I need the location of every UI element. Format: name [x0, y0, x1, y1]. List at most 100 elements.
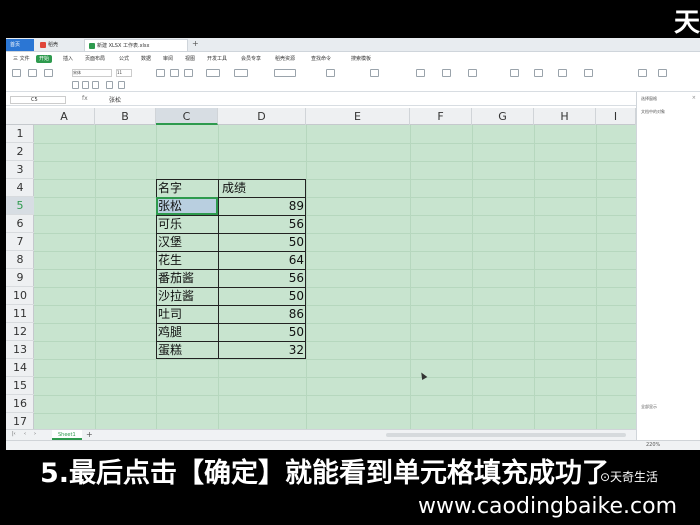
row-header-2[interactable]: 2 — [6, 143, 34, 161]
format-icon[interactable] — [510, 69, 519, 77]
column-header-h[interactable]: H — [534, 108, 596, 125]
align-left-icon[interactable] — [156, 69, 165, 77]
row-header-9[interactable]: 9 — [6, 269, 34, 287]
menu-item-4[interactable]: 公式 — [116, 55, 132, 63]
align-center-icon[interactable] — [170, 69, 179, 77]
row-header-15[interactable]: 15 — [6, 377, 34, 395]
table-header-name[interactable]: 名字 — [156, 179, 218, 197]
table-cell-name[interactable]: 张松 — [156, 197, 218, 215]
menu-item-0[interactable]: 三 文件 — [10, 55, 33, 63]
filter-icon[interactable] — [442, 69, 451, 77]
row-header-5[interactable]: 5 — [6, 197, 34, 215]
row-header-14[interactable]: 14 — [6, 359, 34, 377]
rows-columns-icon[interactable] — [558, 69, 567, 77]
row-header-16[interactable]: 16 — [6, 395, 34, 413]
row-header-7[interactable]: 7 — [6, 233, 34, 251]
column-header-a[interactable]: A — [34, 108, 95, 125]
conditional-format-icon[interactable] — [326, 69, 335, 77]
tab-docer[interactable]: 稻壳 — [36, 39, 82, 51]
formula-input[interactable]: 张松 — [109, 95, 121, 104]
row-header-1[interactable]: 1 — [6, 125, 34, 143]
table-cell-name[interactable]: 吐司 — [156, 305, 218, 323]
merge-cells-icon[interactable] — [206, 69, 220, 77]
tab-file[interactable]: 新建 XLSX 工作表.xlsx — [84, 39, 188, 51]
worksheet-icon[interactable] — [584, 69, 593, 77]
italic-icon[interactable] — [82, 81, 89, 89]
horizontal-scrollbar[interactable] — [386, 433, 626, 437]
menu-item-11[interactable]: 查找命令 — [308, 55, 334, 63]
menu-item-9[interactable]: 会员专享 — [238, 55, 264, 63]
font-size-select[interactable]: 11 — [116, 69, 132, 77]
row-header-3[interactable]: 3 — [6, 161, 34, 179]
menu-item-2[interactable]: 插入 — [60, 55, 76, 63]
row-header-13[interactable]: 13 — [6, 341, 34, 359]
row-header-10[interactable]: 10 — [6, 287, 34, 305]
format-painter-icon[interactable] — [44, 69, 53, 77]
column-header-e[interactable]: E — [306, 108, 410, 125]
tab-home[interactable]: 首页 — [6, 39, 34, 51]
table-cell-name[interactable]: 汉堡 — [156, 233, 218, 251]
close-icon[interactable]: × — [692, 95, 696, 101]
sum-icon[interactable] — [416, 69, 425, 77]
font-name-select[interactable]: 宋体 — [72, 69, 112, 77]
table-cell-name[interactable]: 鸡腿 — [156, 323, 218, 341]
table-cell-score[interactable]: 32 — [218, 341, 306, 359]
row-header-12[interactable]: 12 — [6, 323, 34, 341]
row-header-4[interactable]: 4 — [6, 179, 34, 197]
menu-item-7[interactable]: 视图 — [182, 55, 198, 63]
table-style-icon[interactable] — [370, 69, 379, 77]
wrap-text-icon[interactable] — [234, 69, 248, 77]
row-header-6[interactable]: 6 — [6, 215, 34, 233]
new-tab-button[interactable]: + — [192, 39, 199, 48]
table-cell-name[interactable]: 花生 — [156, 251, 218, 269]
fill-icon[interactable] — [534, 69, 543, 77]
font-color-icon[interactable] — [118, 81, 125, 89]
sheet-grid[interactable]: ABCDEFGHI 1 2 3 4 5 6 7 8 9 10 11 12 13 14 15 16 17 名字 成绩… — [6, 108, 636, 429]
row-header-8[interactable]: 8 — [6, 251, 34, 269]
table-cell-score[interactable]: 56 — [218, 215, 306, 233]
table-cell-score[interactable]: 50 — [218, 233, 306, 251]
table-header-score[interactable]: 成绩 — [220, 179, 282, 197]
sort-icon[interactable] — [468, 69, 477, 77]
column-header-g[interactable]: G — [472, 108, 534, 125]
menu-item-1[interactable]: 开始 — [36, 55, 53, 63]
find-icon[interactable] — [638, 69, 647, 77]
menu-item-3[interactable]: 页面布局 — [82, 55, 108, 63]
menu-item-5[interactable]: 数据 — [138, 55, 154, 63]
show-all-button[interactable]: 全部显示 — [641, 404, 657, 410]
menu-item-12[interactable]: 搜索模板 — [348, 55, 374, 63]
table-cell-name[interactable]: 番茄酱 — [156, 269, 218, 287]
table-cell-score[interactable]: 56 — [218, 269, 306, 287]
first-sheet-icon[interactable]: |‹ — [12, 431, 16, 437]
fx-icon[interactable]: fx — [82, 95, 88, 102]
column-header-f[interactable]: F — [410, 108, 472, 125]
column-header-c[interactable]: C — [156, 108, 218, 125]
menu-item-8[interactable]: 开发工具 — [204, 55, 230, 63]
menu-item-10[interactable]: 稻壳资源 — [272, 55, 298, 63]
zoom-level[interactable]: 220% — [646, 442, 660, 448]
align-right-icon[interactable] — [184, 69, 193, 77]
column-header-d[interactable]: D — [218, 108, 306, 125]
row-header-17[interactable]: 17 — [6, 413, 34, 429]
prev-sheet-icon[interactable]: ‹ — [24, 431, 26, 437]
table-cell-name[interactable]: 可乐 — [156, 215, 218, 233]
bold-icon[interactable] — [72, 81, 79, 89]
menu-item-6[interactable]: 审阅 — [160, 55, 176, 63]
table-cell-score[interactable]: 89 — [218, 197, 306, 215]
paste-icon[interactable] — [12, 69, 21, 77]
name-box[interactable]: C5 — [10, 96, 66, 104]
number-format-icon[interactable] — [274, 69, 296, 77]
column-header-i[interactable]: I — [596, 108, 636, 125]
add-sheet-icon[interactable]: + — [86, 430, 93, 439]
table-cell-score[interactable]: 50 — [218, 287, 306, 305]
underline-icon[interactable] — [92, 81, 99, 89]
row-header-11[interactable]: 11 — [6, 305, 34, 323]
fill-color-icon[interactable] — [106, 81, 113, 89]
table-cell-score[interactable]: 86 — [218, 305, 306, 323]
table-cell-name[interactable]: 沙拉酱 — [156, 287, 218, 305]
column-header-b[interactable]: B — [95, 108, 156, 125]
next-sheet-icon[interactable]: › — [34, 431, 36, 437]
sheet-tab[interactable]: Sheet1 — [52, 430, 82, 440]
symbol-icon[interactable] — [658, 69, 667, 77]
table-cell-name[interactable]: 蛋糕 — [156, 341, 218, 359]
